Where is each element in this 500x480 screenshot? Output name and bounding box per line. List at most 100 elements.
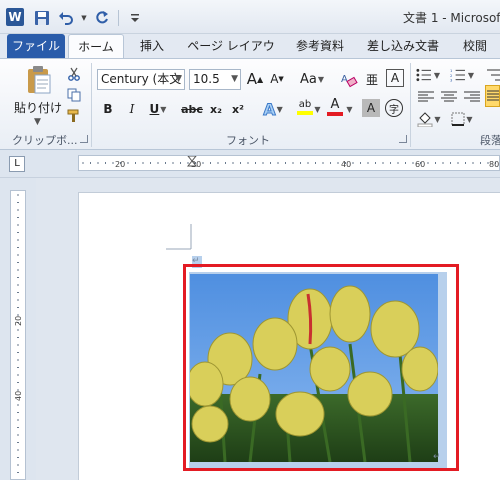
phonetic-guide-button[interactable]: 亜 <box>363 69 381 89</box>
chevron-down-icon: ▼ <box>466 114 473 124</box>
svg-text:2: 2 <box>450 74 452 78</box>
ribbon: 貼り付け ▼ クリップボ... Century (本文 ▼ 10.5 ▼ A ▲ … <box>0 58 500 150</box>
bullets-button[interactable]: ▼ <box>416 65 440 85</box>
ruler-label: 40 <box>14 391 23 401</box>
chevron-down-icon[interactable]: ▼ <box>313 99 321 119</box>
change-case-button[interactable]: Aa ▼ <box>298 69 326 89</box>
word-icon[interactable]: W <box>6 8 24 26</box>
chevron-down-icon: ▼ <box>467 70 474 80</box>
enclose-characters-button[interactable]: 字 <box>385 99 403 117</box>
align-center-button[interactable] <box>439 87 459 107</box>
undo-dropdown-icon[interactable]: ▼ <box>80 9 88 27</box>
ruler-label: 80 <box>489 160 499 169</box>
text-effects-label: A <box>263 99 276 119</box>
undo-icon[interactable] <box>56 9 76 27</box>
cut-icon[interactable] <box>65 65 83 83</box>
multilevel-list-button[interactable] <box>483 65 500 85</box>
grow-font-button[interactable]: A ▲ <box>245 69 265 89</box>
image-highlight-frame <box>183 264 459 471</box>
ribbon-tabs: ファイル ホーム 挿入 ページ レイアウト 参考資料 差し込み文書 校閲 <box>0 34 500 77</box>
horizontal-ruler[interactable]: 20 20 40 60 80 <box>78 155 500 171</box>
tab-insert[interactable]: 挿入 <box>132 34 172 58</box>
copy-icon[interactable] <box>65 86 83 104</box>
svg-text:A: A <box>341 74 348 85</box>
underline-button[interactable]: U ▼ <box>146 99 170 119</box>
font-name-value: Century (本文 <box>101 72 182 86</box>
quick-access-toolbar: ▼ <box>32 9 145 27</box>
chevron-down-icon[interactable]: ▼ <box>345 99 353 119</box>
numbering-button[interactable]: 123 ▼ <box>450 65 474 85</box>
font-color-label: A <box>330 97 340 112</box>
bullets-icon <box>416 68 431 82</box>
font-launcher-icon[interactable] <box>399 135 407 143</box>
character-shading-button[interactable]: A <box>362 99 380 117</box>
redo-icon[interactable] <box>92 9 112 27</box>
shading-button[interactable]: ▼ <box>416 109 442 129</box>
italic-button[interactable]: I <box>124 99 140 119</box>
tab-references[interactable]: 参考資料 <box>290 34 350 58</box>
format-painter-icon[interactable] <box>65 107 83 125</box>
chevron-down-icon: ▼ <box>317 74 324 84</box>
tab-page-layout[interactable]: ページ レイアウト <box>183 34 279 77</box>
tab-home[interactable]: ホーム <box>68 34 124 58</box>
svg-text:3: 3 <box>450 79 453 82</box>
customize-icon[interactable] <box>125 9 145 27</box>
paste-button[interactable]: 貼り付け ▼ <box>10 63 66 129</box>
ruler-label: 20 <box>115 160 125 169</box>
window-title: 文書 1 - Microsof <box>403 11 500 25</box>
chevron-down-icon: ▼ <box>434 114 441 124</box>
superscript-button[interactable]: x² <box>229 99 247 119</box>
paste-label: 貼り付け <box>13 101 62 115</box>
highlight-color-bar <box>297 111 313 115</box>
borders-button[interactable]: ▼ <box>450 109 474 129</box>
grow-font-label: A <box>246 70 258 88</box>
tab-file[interactable]: ファイル <box>7 34 65 58</box>
vertical-ruler[interactable]: 20 40 <box>10 190 26 480</box>
align-right-button[interactable] <box>462 87 482 107</box>
subscript-button[interactable]: x₂ <box>207 99 225 119</box>
vertical-ruler-ticks: 2040 <box>14 194 23 473</box>
ruler-label: 20 <box>14 316 23 326</box>
multilevel-list-icon <box>487 69 500 81</box>
align-left-icon <box>418 91 434 102</box>
qat-separator <box>118 10 119 26</box>
character-border-button[interactable]: A <box>386 69 404 87</box>
group-separator <box>410 63 411 147</box>
paragraph-group-label: 段落 <box>480 134 500 147</box>
align-left-button[interactable] <box>416 87 436 107</box>
group-separator <box>91 63 92 147</box>
chevron-down-icon: ▼ <box>433 70 440 80</box>
save-icon[interactable] <box>32 9 52 27</box>
font-name-combo[interactable]: Century (本文 ▼ <box>97 69 185 90</box>
tab-selector[interactable]: L <box>9 156 25 172</box>
clear-formatting-icon: A <box>341 74 358 88</box>
justify-icon <box>486 90 499 101</box>
font-size-combo[interactable]: 10.5 ▼ <box>189 69 241 90</box>
justify-button[interactable] <box>485 85 500 107</box>
paint-bucket-icon <box>417 112 433 127</box>
strikethrough-button[interactable]: abc <box>180 99 204 119</box>
shrink-font-button[interactable]: A ▼ <box>267 69 287 89</box>
align-center-icon <box>441 91 457 102</box>
arrow-down-icon: ▼ <box>278 75 284 83</box>
clipboard-launcher-icon[interactable] <box>80 135 88 143</box>
highlight-label: ab <box>298 99 312 110</box>
bold-button[interactable]: B <box>100 99 116 119</box>
chevron-down-icon: ▼ <box>175 74 182 84</box>
tab-review[interactable]: 校閲 <box>455 34 495 58</box>
chevron-down-icon: ▼ <box>231 74 238 84</box>
font-color-bar <box>327 112 343 116</box>
font-color-button[interactable]: A <box>323 97 347 117</box>
numbering-icon: 123 <box>450 69 465 82</box>
borders-icon <box>451 112 465 126</box>
character-shading-label: A <box>366 101 376 115</box>
paste-icon <box>28 66 51 94</box>
font-size-value: 10.5 <box>193 72 220 86</box>
text-effects-button[interactable]: A ▼ <box>259 99 287 119</box>
tab-mailings[interactable]: 差し込み文書 <box>362 34 444 58</box>
clear-format-button[interactable]: A <box>339 69 359 89</box>
chevron-down-icon: ▼ <box>34 117 41 127</box>
svg-text:1: 1 <box>450 69 453 73</box>
font-group-label: フォント <box>226 134 270 147</box>
underline-label: U <box>149 102 160 116</box>
